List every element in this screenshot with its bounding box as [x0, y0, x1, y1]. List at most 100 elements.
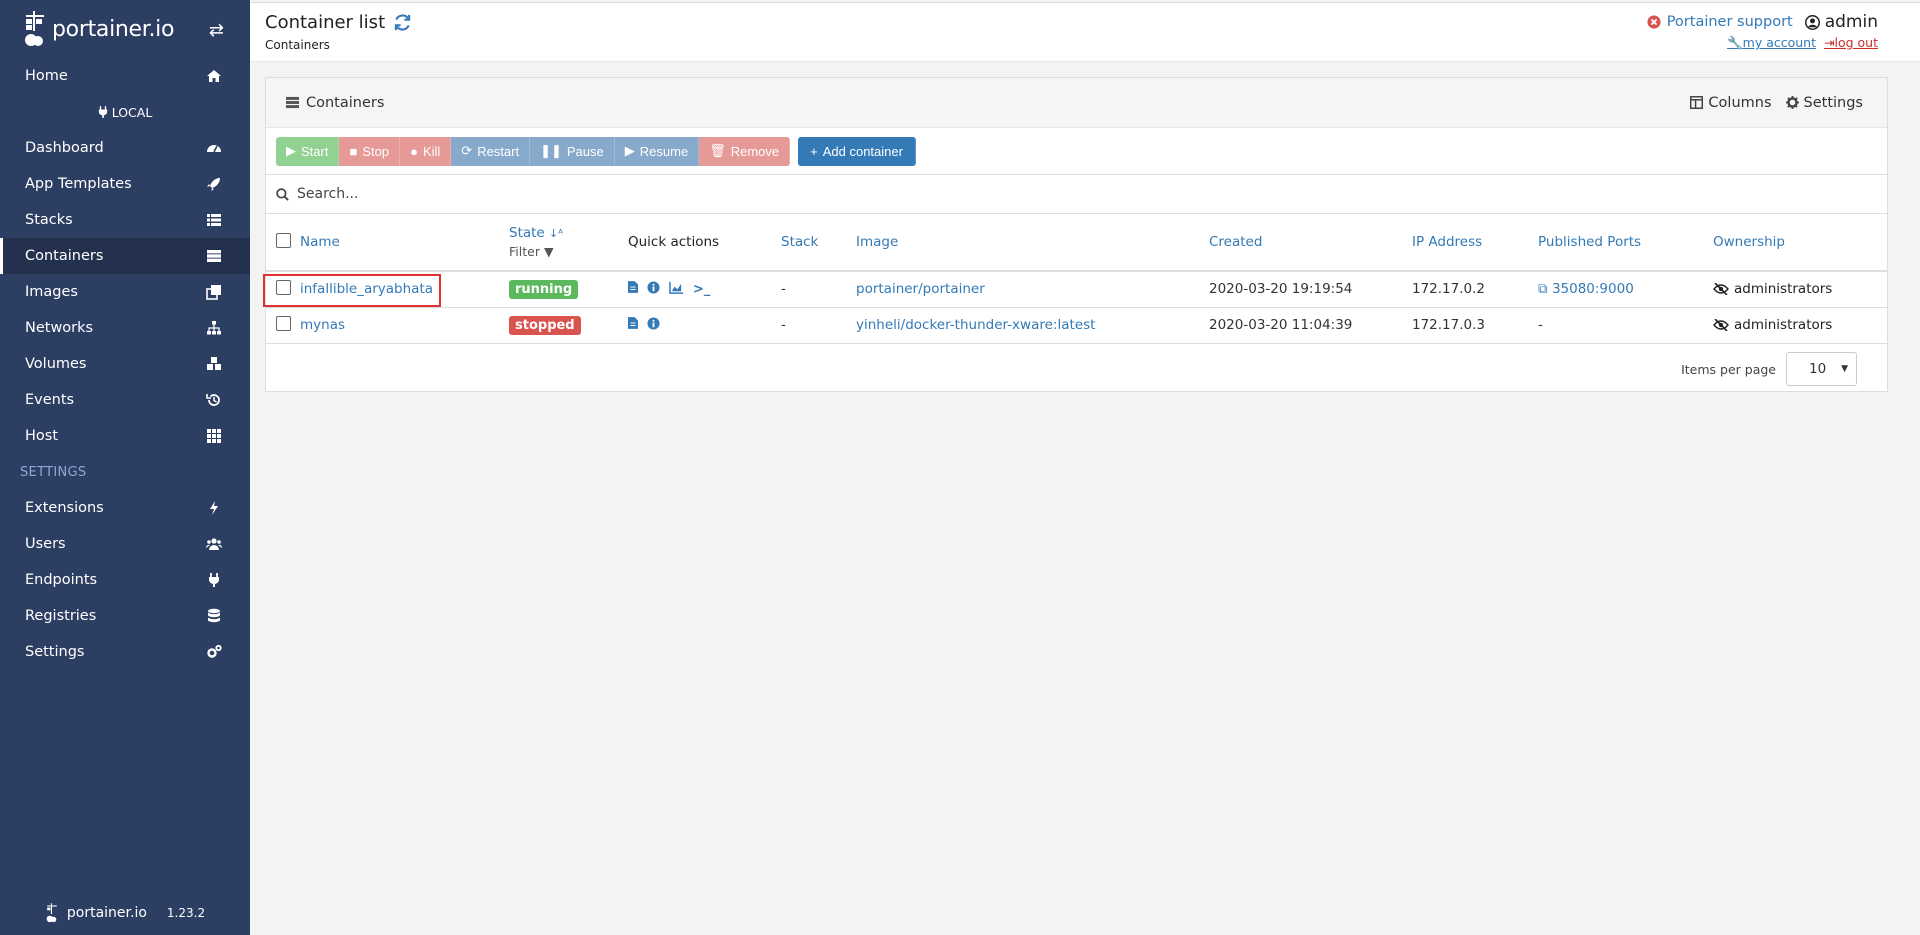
bomb-icon: ●	[410, 143, 418, 159]
sidebar-item-networks[interactable]: Networks	[0, 310, 250, 346]
cubes-icon	[207, 357, 221, 370]
items-per-page-select[interactable]: 10 ▼	[1786, 352, 1857, 386]
select-all-checkbox[interactable]	[276, 232, 291, 248]
sidebar-item-label: Home	[25, 68, 68, 84]
pagination: Items per page 10 ▼	[1681, 352, 1857, 386]
sidebar-item-images[interactable]: Images	[0, 274, 250, 310]
brand-logo[interactable]: portainer.io	[22, 9, 174, 49]
sidebar-item-containers[interactable]: Containers	[0, 238, 250, 274]
eye-slash-icon	[1713, 283, 1729, 296]
play-icon: ▶	[286, 143, 296, 158]
ownership-value: administrators	[1713, 317, 1887, 333]
column-ip[interactable]: IP Address	[1412, 234, 1482, 250]
portainer-support-link[interactable]: Portainer support	[1647, 14, 1793, 30]
sign-out-icon: ⇥	[1824, 35, 1835, 50]
highlight-box	[263, 274, 441, 307]
sidebar-item-label: Settings	[25, 644, 85, 660]
home-icon	[207, 70, 221, 82]
table-header-row: Name State ↓ᴬ Filter ▼ Quick actions Sta…	[266, 214, 1887, 271]
row-checkbox[interactable]	[276, 315, 291, 331]
search-icon	[276, 187, 289, 201]
database-icon	[208, 608, 220, 623]
user-name: admin	[1804, 12, 1878, 32]
log-out-link[interactable]: ⇥log out	[1824, 35, 1878, 51]
breadcrumb: Containers	[265, 38, 330, 52]
columns-button[interactable]: Columns	[1690, 95, 1772, 111]
stop-button[interactable]: ■ Stop	[339, 136, 401, 166]
restart-button[interactable]: ⟳ Restart	[451, 136, 531, 166]
published-port-value: -	[1538, 317, 1543, 333]
items-per-page-label: Items per page	[1681, 361, 1776, 377]
sidebar-item-stacks[interactable]: Stacks	[0, 202, 250, 238]
trash-icon: 🗑	[709, 143, 726, 158]
pause-button[interactable]: ❚❚ Pause	[530, 136, 615, 166]
sort-alpha-icon: ↓ᴬ	[549, 227, 563, 240]
start-button[interactable]: ▶ Start	[276, 136, 340, 166]
gear-icon	[1785, 96, 1799, 109]
sync-icon: ⟳	[461, 143, 473, 158]
add-container-button[interactable]: + Add container	[798, 136, 916, 166]
state-filter[interactable]: Filter ▼	[509, 244, 628, 259]
column-stack[interactable]: Stack	[781, 234, 818, 250]
image-link[interactable]: yinheli/docker-thunder-xware:latest	[856, 317, 1095, 333]
column-ports[interactable]: Published Ports	[1538, 234, 1641, 250]
plug-icon	[209, 573, 219, 587]
sidebar-item-users[interactable]: Users	[0, 526, 250, 562]
pause-icon: ❚❚	[540, 143, 562, 158]
cogs-icon	[207, 644, 222, 658]
search-input[interactable]	[297, 186, 1197, 202]
panel-header: Containers Columns Settings	[266, 78, 1887, 128]
column-created[interactable]: Created	[1209, 234, 1262, 250]
sidebar-item-endpoints[interactable]: Endpoints	[0, 562, 250, 598]
inspect-icon[interactable]	[647, 316, 660, 334]
sidebar-item-label: Extensions	[25, 500, 104, 516]
column-image[interactable]: Image	[856, 234, 898, 250]
container-name-link[interactable]: mynas	[300, 317, 345, 333]
columns-icon	[1690, 96, 1704, 109]
sidebar-item-volumes[interactable]: Volumes	[0, 346, 250, 382]
image-link[interactable]: portainer/portainer	[856, 281, 985, 297]
sidebar-item-app-templates[interactable]: App Templates	[0, 166, 250, 202]
sidebar-item-label: Endpoints	[25, 572, 98, 588]
sidebar-item-registries[interactable]: Registries	[0, 598, 250, 634]
inspect-icon[interactable]	[647, 281, 660, 298]
remove-button[interactable]: 🗑 Remove	[699, 136, 791, 166]
sidebar-item-label: Events	[25, 392, 75, 408]
sidebar-item-settings[interactable]: Settings	[0, 634, 250, 670]
published-port-link[interactable]: ⧉ 35080:9000	[1538, 281, 1634, 297]
server-icon	[286, 96, 299, 109]
bolt-icon	[210, 501, 218, 515]
sidebar-toggle-icon[interactable]: ⇄	[209, 20, 224, 41]
endpoint-label: LOCAL	[0, 94, 250, 130]
caret-down-icon: ▼	[1841, 364, 1848, 374]
sidebar-item-extensions[interactable]: Extensions	[0, 490, 250, 526]
kill-button[interactable]: ● Kill	[400, 136, 452, 166]
stats-icon[interactable]	[669, 281, 684, 298]
page-title: Container list	[265, 12, 412, 33]
sidebar-item-dashboard[interactable]: Dashboard	[0, 130, 250, 166]
sidebar-item-events[interactable]: Events	[0, 382, 250, 418]
panel-title: Containers	[286, 95, 384, 111]
sitemap-icon	[207, 321, 221, 335]
sidebar-item-home[interactable]: Home	[0, 58, 250, 94]
logs-icon[interactable]	[628, 281, 638, 297]
refresh-icon[interactable]	[393, 13, 412, 32]
stack-value: -	[781, 281, 786, 298]
column-state[interactable]: State	[509, 225, 545, 241]
th-list-icon	[207, 214, 221, 226]
settings-button[interactable]: Settings	[1785, 95, 1863, 111]
column-ownership[interactable]: Ownership	[1713, 234, 1785, 250]
plug-icon	[98, 106, 107, 118]
header: Container list Containers Portainer supp…	[250, 2, 1920, 62]
console-icon[interactable]: >_	[693, 282, 710, 297]
resume-button[interactable]: ▶ Resume	[614, 136, 700, 166]
users-icon	[206, 538, 222, 550]
my-account-link[interactable]: 🔧my account	[1727, 35, 1816, 51]
ip-value: 172.17.0.2	[1412, 281, 1485, 298]
sidebar-item-host[interactable]: Host	[0, 418, 250, 454]
column-name[interactable]: Name	[300, 234, 340, 250]
ownership-value: administrators	[1713, 281, 1887, 297]
filter-icon: ▼	[543, 244, 554, 259]
logs-icon[interactable]	[628, 317, 638, 333]
times-circle-icon	[1647, 15, 1661, 29]
